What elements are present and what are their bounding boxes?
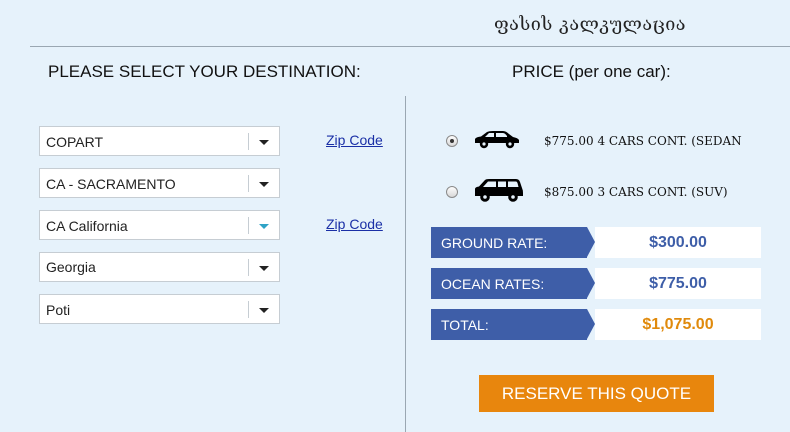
destination-port-select[interactable]: Poti — [39, 294, 280, 324]
total-amount: $1,075.00 — [595, 309, 761, 340]
chevron-down-icon — [259, 182, 269, 187]
suv-radio[interactable] — [446, 186, 458, 198]
select-separator — [248, 259, 249, 276]
select-separator — [248, 175, 249, 192]
location-select[interactable]: CA - SACRAMENTO — [39, 168, 280, 198]
column-divider — [405, 96, 406, 432]
destination-heading: PLEASE SELECT YOUR DESTINATION: — [48, 62, 361, 81]
total-row: TOTAL: $1,075.00 — [431, 309, 761, 340]
auction-select-value: COPART — [46, 134, 104, 150]
sedan-option-label: $775.00 4 CARS CONT. (SEDAN — [544, 134, 742, 148]
port-state-select[interactable]: CA California — [39, 210, 280, 240]
select-separator — [248, 301, 249, 318]
sedan-radio[interactable] — [446, 135, 458, 147]
ground-rate-amount: $300.00 — [595, 227, 761, 258]
zip-code-link-location[interactable]: Zip Code — [326, 132, 383, 148]
suv-icon — [472, 177, 526, 207]
ocean-rate-row: OCEAN RATES: $775.00 — [431, 268, 761, 299]
chevron-down-icon — [259, 140, 269, 145]
ocean-rate-tag: OCEAN RATES: — [431, 268, 595, 299]
auction-select[interactable]: COPART — [39, 126, 280, 156]
chevron-down-icon — [259, 224, 269, 229]
port-state-select-value: CA California — [46, 218, 128, 234]
destination-country-select[interactable]: Georgia — [39, 252, 280, 282]
location-select-value: CA - SACRAMENTO — [46, 176, 176, 192]
zip-code-link-port[interactable]: Zip Code — [326, 216, 383, 232]
destination-country-select-value: Georgia — [46, 259, 96, 275]
ocean-rate-amount: $775.00 — [595, 268, 761, 299]
total-tag: TOTAL: — [431, 309, 595, 340]
header-divider — [30, 46, 790, 47]
destination-port-select-value: Poti — [46, 302, 71, 318]
total-label: TOTAL: — [441, 317, 489, 333]
ground-rate-row: GROUND RATE: $300.00 — [431, 227, 761, 258]
sedan-icon — [472, 128, 522, 154]
page-title: ფასის კალკულაცია — [493, 14, 687, 35]
chevron-down-icon — [259, 308, 269, 313]
ground-rate-label: GROUND RATE: — [441, 235, 548, 251]
ground-rate-tag: GROUND RATE: — [431, 227, 595, 258]
reserve-quote-button[interactable]: RESERVE THIS QUOTE — [479, 375, 714, 412]
chevron-down-icon — [259, 266, 269, 271]
select-separator — [248, 133, 249, 150]
suv-option-label: $875.00 3 CARS CONT. (SUV) — [544, 185, 728, 199]
price-heading: PRICE (per one car): — [512, 62, 671, 81]
ocean-rate-label: OCEAN RATES: — [441, 276, 545, 292]
select-separator — [248, 217, 249, 234]
